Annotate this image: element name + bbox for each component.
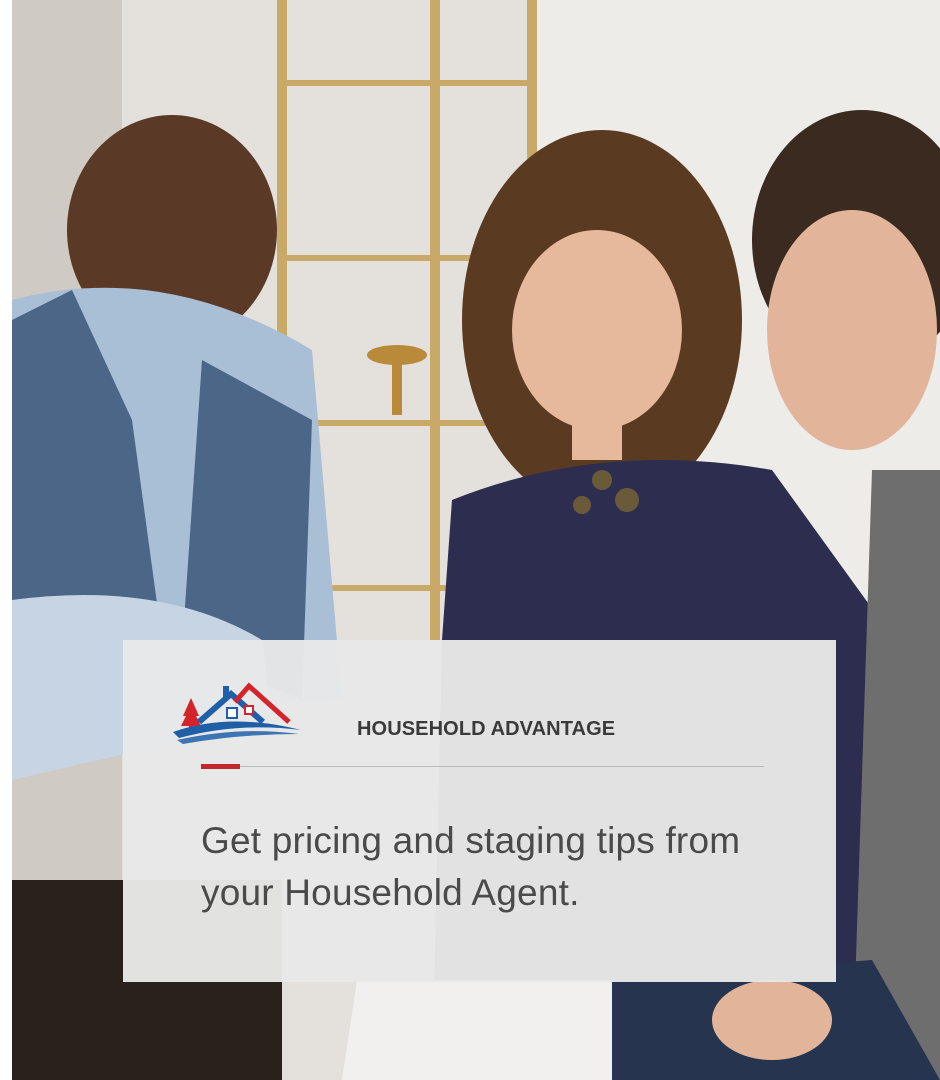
divider-accent [201, 764, 240, 769]
divider [201, 766, 764, 767]
promo-card: HOUSEHOLD ADVANTAGE Get pricing and stag… [123, 640, 836, 982]
house-roof-logo-icon [169, 682, 304, 748]
brand-name: HOUSEHOLD ADVANTAGE [357, 718, 616, 740]
promo-headline: Get pricing and staging tips from your H… [201, 820, 741, 913]
